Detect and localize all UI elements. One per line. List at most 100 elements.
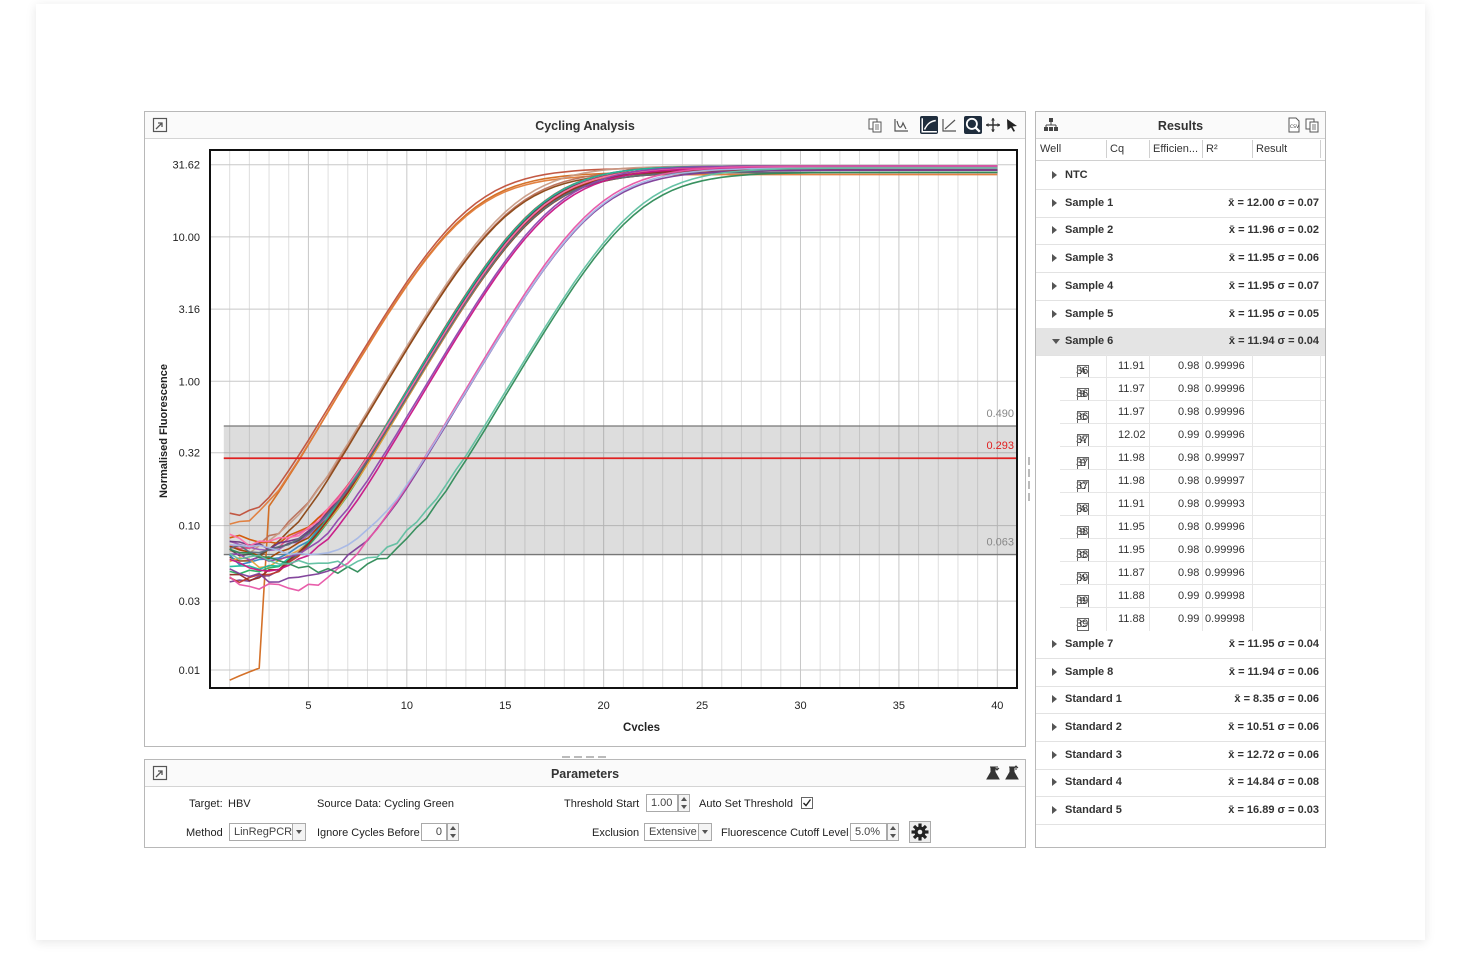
fluorescence-cutoff-label: Fluorescence Cutoff Level [721, 827, 849, 839]
well-row[interactable]: 38 C 11.95 0.98 0.99996 [1060, 537, 1325, 562]
efficiency-cell: 0.98 [1178, 543, 1200, 556]
result-group-row[interactable]: Standard 2 x̄ = 10.51 σ = 0.06 [1036, 714, 1325, 742]
efficiency-cell: 0.99 [1178, 589, 1200, 602]
expand-arrow-icon[interactable] [1052, 639, 1057, 648]
linear-scale-icon[interactable] [941, 117, 957, 133]
zoom-icon[interactable] [964, 116, 982, 134]
y-tick-label: 0.01 [179, 665, 200, 677]
column-header-r2[interactable]: R² [1206, 143, 1218, 155]
threshold-start-input[interactable]: 1.00 [646, 794, 678, 812]
efficiency-cell: 0.98 [1178, 451, 1200, 464]
vertical-splitter-handle[interactable] [1027, 455, 1031, 505]
expand-arrow-icon[interactable] [1052, 226, 1057, 235]
copy-icon[interactable] [867, 117, 883, 133]
pan-icon[interactable] [985, 117, 1001, 133]
expand-arrow-icon[interactable] [1052, 281, 1057, 290]
r2-cell: 0.99996 [1205, 520, 1245, 533]
flask-export-icon[interactable] [1004, 765, 1020, 781]
expand-arrow-icon[interactable] [1052, 750, 1057, 759]
expand-arrow-icon[interactable] [1052, 667, 1057, 676]
y-tick-label: 0.03 [179, 596, 200, 608]
expand-arrow-icon[interactable] [1052, 723, 1057, 731]
cq-cell: 11.88 [1118, 612, 1145, 625]
exclusion-dropdown-button[interactable] [698, 823, 712, 841]
method-select[interactable]: LinRegPCR [229, 823, 293, 841]
well-row[interactable]: 36 A 11.91 0.98 0.99996 [1060, 353, 1325, 378]
well-row[interactable]: 36 B 11.97 0.98 0.99996 [1060, 376, 1325, 401]
log-scale-icon[interactable] [920, 116, 938, 134]
column-header-result[interactable]: Result [1256, 143, 1287, 155]
result-group-row[interactable]: Standard 5 x̄ = 16.89 σ = 0.03 [1036, 797, 1325, 826]
expand-arrow-icon[interactable] [1052, 309, 1057, 318]
parameters-header: Parameters [145, 760, 1025, 787]
method-label: Method [186, 827, 223, 839]
well-row[interactable]: 38 A 11.91 0.98 0.99993 [1060, 491, 1325, 516]
y-tick-label: 1.00 [179, 376, 200, 388]
group-stats: x̄ = 12.00 σ = 0.07 [1228, 196, 1319, 209]
ignore-cycles-input[interactable]: 0 [421, 823, 447, 841]
well-row[interactable]: 38 B 11.95 0.98 0.99996 [1060, 514, 1325, 539]
group-name: NTC [1065, 169, 1088, 181]
result-group-row[interactable]: Sample 7 x̄ = 11.95 σ = 0.04 [1036, 631, 1325, 659]
expand-arrow-icon[interactable] [1052, 778, 1057, 787]
r2-cell: 0.99996 [1205, 382, 1245, 395]
fluorescence-cutoff-spinner[interactable] [887, 823, 899, 841]
exclusion-label: Exclusion [592, 827, 640, 839]
group-name: Standard 2 [1065, 721, 1122, 733]
y-tick-label: 10.00 [172, 232, 200, 244]
column-header-well[interactable]: Well [1040, 143, 1061, 155]
result-group-row[interactable]: Sample 8 x̄ = 11.94 σ = 0.06 [1036, 659, 1325, 687]
r2-cell: 0.99997 [1205, 451, 1245, 464]
result-group-row[interactable]: Standard 4 x̄ = 14.84 σ = 0.08 [1036, 769, 1325, 798]
well-row[interactable]: 37 C 11.98 0.98 0.99997 [1060, 468, 1325, 493]
result-group-row[interactable]: Standard 3 x̄ = 12.72 σ = 0.06 [1036, 742, 1325, 770]
auto-set-threshold-checkbox[interactable] [801, 797, 813, 809]
well-row[interactable]: 37 B 11.98 0.98 0.99997 [1060, 445, 1325, 470]
line-chart-icon[interactable] [893, 117, 909, 133]
efficiency-cell: 0.99 [1178, 428, 1200, 441]
group-name: Sample 8 [1065, 665, 1114, 678]
group-stats: x̄ = 11.95 σ = 0.04 [1228, 637, 1319, 650]
threshold-upper-label: 0.490 [986, 408, 1014, 420]
result-group-row[interactable]: NTC [1036, 162, 1325, 190]
cq-cell: 11.95 [1118, 520, 1145, 533]
cq-cell: 11.91 [1118, 497, 1145, 510]
result-group-row[interactable]: Sample 2 x̄ = 11.96 σ = 0.02 [1036, 217, 1325, 246]
result-group-row[interactable]: Standard 1 x̄ = 8.35 σ = 0.06 [1036, 686, 1325, 715]
fluorescence-cutoff-input[interactable]: 5.0% [850, 823, 887, 841]
threshold-start-spinner[interactable] [678, 794, 690, 812]
group-stats: x̄ = 11.95 σ = 0.07 [1228, 279, 1319, 292]
expand-arrow-icon[interactable] [1052, 171, 1057, 179]
y-tick-label: 0.10 [179, 521, 200, 533]
result-group-row[interactable]: Sample 6 x̄ = 11.94 σ = 0.04 [1036, 328, 1325, 357]
threshold-start-label: Threshold Start [564, 798, 640, 810]
expand-arrow-icon[interactable] [1052, 254, 1057, 263]
well-row[interactable]: 37 A 12.02 0.99 0.99996 [1060, 422, 1325, 447]
expand-arrow-icon[interactable] [1052, 198, 1057, 207]
well-row[interactable]: 39 B 11.88 0.99 0.99998 [1060, 583, 1325, 608]
cq-cell: 11.88 [1118, 589, 1145, 602]
r2-cell: 0.99998 [1205, 612, 1245, 625]
splitter-handle[interactable] [560, 750, 610, 758]
copy-icon[interactable] [1304, 117, 1320, 133]
result-group-row[interactable]: Sample 3 x̄ = 11.95 σ = 0.06 [1036, 245, 1325, 274]
well-row[interactable]: 39 C 11.88 0.99 0.99998 [1060, 606, 1325, 631]
method-dropdown-button[interactable] [292, 823, 306, 841]
result-group-row[interactable]: Sample 4 x̄ = 11.95 σ = 0.07 [1036, 273, 1325, 301]
well-row[interactable]: 36 C 11.97 0.98 0.99996 [1060, 399, 1325, 424]
flask-import-icon[interactable] [985, 765, 1001, 781]
export-csv-icon[interactable]: CSV [1286, 117, 1302, 133]
result-group-row[interactable]: Sample 5 x̄ = 11.95 σ = 0.05 [1036, 301, 1325, 329]
cycling-chart[interactable]: 0.490 0.293 0.063 31.62 10.00 3.16 1.00 0.32 0.1… [145, 139, 1025, 731]
expand-arrow-icon[interactable] [1052, 339, 1060, 345]
column-header-cq[interactable]: Cq [1110, 143, 1124, 155]
ignore-cycles-spinner[interactable] [447, 823, 459, 841]
well-row[interactable]: 39 A 11.87 0.98 0.99996 [1060, 560, 1325, 585]
result-group-row[interactable]: Sample 1 x̄ = 12.00 σ = 0.07 [1036, 190, 1325, 218]
expand-arrow-icon[interactable] [1052, 806, 1057, 815]
expand-arrow-icon[interactable] [1052, 695, 1057, 704]
exclusion-select[interactable]: Extensive [644, 823, 699, 841]
pointer-icon[interactable] [1004, 117, 1020, 133]
column-header-efficiency[interactable]: Efficien... [1153, 143, 1198, 155]
gear-icon[interactable] [909, 821, 931, 843]
